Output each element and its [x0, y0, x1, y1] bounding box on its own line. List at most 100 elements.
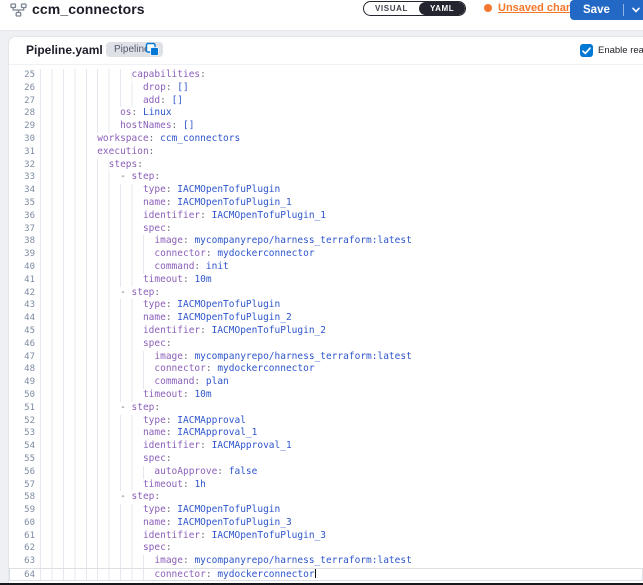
editor-tabbar: Pipeline.yaml Pipelines Enable read/: [9, 37, 643, 65]
save-button[interactable]: Save: [570, 4, 623, 16]
toggle-option-yaml[interactable]: YAML: [419, 2, 465, 15]
indent-guides: [40, 479, 143, 492]
code-line[interactable]: 28os: Linux: [9, 107, 643, 120]
yaml-value: IACMOpenTofuPlugin: [177, 184, 280, 195]
yaml-key: timeout: [143, 479, 183, 490]
line-number: 52: [9, 415, 40, 428]
indent-guides: [40, 491, 120, 504]
code-line[interactable]: 26drop: []: [9, 82, 643, 95]
checkbox-checked-icon[interactable]: [580, 44, 593, 57]
code-line[interactable]: 52type: IACMApproval: [9, 415, 643, 428]
yaml-key: connector: [154, 248, 205, 259]
yaml-editor[interactable]: 25capabilities:26drop: []27add: []28os: …: [9, 66, 643, 585]
indent-guides: [40, 351, 154, 364]
yaml-value: IACMOpenTofuPlugin_3: [177, 517, 291, 528]
line-number: 37: [9, 223, 40, 236]
indent-guides: [40, 120, 120, 133]
yaml-value: ccm_connectors: [160, 133, 240, 144]
yaml-key: spec: [143, 453, 166, 464]
indent-guides: [40, 197, 143, 210]
code-line[interactable]: 58- step:: [9, 491, 643, 504]
line-number: 42: [9, 287, 40, 300]
yaml-key: name: [143, 427, 166, 438]
copy-icon[interactable]: [145, 42, 160, 62]
yaml-key: image: [154, 555, 183, 566]
code-line[interactable]: 39connector: mydockerconnector: [9, 248, 643, 261]
yaml-key: spec: [143, 542, 166, 553]
indent-guides: [40, 235, 154, 248]
line-number: 27: [9, 95, 40, 108]
code-line[interactable]: 49command: plan: [9, 376, 643, 389]
yaml-value: IACMOpenTofuPlugin_2: [177, 312, 291, 323]
line-number: 32: [9, 159, 40, 172]
indent-guides: [40, 146, 97, 159]
yaml-value: IACMOpenTofuPlugin_1: [177, 197, 291, 208]
indent-guides: [40, 95, 143, 108]
yaml-key: hostNames: [120, 120, 171, 131]
yaml-value: []: [183, 120, 194, 131]
line-number: 29: [9, 120, 40, 133]
code-line[interactable]: 37spec:: [9, 223, 643, 236]
line-number: 55: [9, 453, 40, 466]
code-line[interactable]: 30workspace: ccm_connectors: [9, 133, 643, 146]
save-split-button[interactable]: Save: [570, 0, 643, 20]
code-line[interactable]: 63image: mycompanyrepo/harness_terraform…: [9, 555, 643, 568]
line-number: 63: [9, 555, 40, 568]
yaml-value: mycompanyrepo/harness_terraform:latest: [194, 351, 411, 362]
code-line[interactable]: 64connector: mydockerconnector: [9, 568, 643, 581]
yaml-value: []: [172, 95, 183, 106]
code-line[interactable]: 55spec:: [9, 453, 643, 466]
visual-yaml-toggle[interactable]: VISUAL YAML: [363, 1, 466, 16]
code-line[interactable]: 59type: IACMOpenTofuPlugin: [9, 504, 643, 517]
code-line[interactable]: 57timeout: 1h: [9, 479, 643, 492]
code-line[interactable]: 53name: IACMApproval_1: [9, 427, 643, 440]
line-number: 50: [9, 389, 40, 402]
yaml-value: Linux: [143, 107, 172, 118]
yaml-value: IACMOpenTofuPlugin_1: [212, 210, 326, 221]
code-line[interactable]: 62spec:: [9, 542, 643, 555]
enable-read-label: Enable read/: [598, 45, 643, 56]
code-line[interactable]: 38image: mycompanyrepo/harness_terraform…: [9, 235, 643, 248]
code-line[interactable]: 61identifier: IACMOpenTofuPlugin_3: [9, 530, 643, 543]
code-line[interactable]: 60name: IACMOpenTofuPlugin_3: [9, 517, 643, 530]
code-line[interactable]: 36identifier: IACMOpenTofuPlugin_1: [9, 210, 643, 223]
code-line[interactable]: 45identifier: IACMOpenTofuPlugin_2: [9, 325, 643, 338]
code-line[interactable]: 31execution:: [9, 146, 643, 159]
code-line[interactable]: 51- step:: [9, 402, 643, 415]
line-number: 39: [9, 248, 40, 261]
code-line[interactable]: 47image: mycompanyrepo/harness_terraform…: [9, 351, 643, 364]
text-cursor: [315, 568, 316, 578]
indent-guides: [40, 415, 143, 428]
indent-guides: [40, 287, 120, 300]
code-line[interactable]: 29hostNames: []: [9, 120, 643, 133]
yaml-key: command: [154, 261, 194, 272]
code-line[interactable]: 46spec:: [9, 338, 643, 351]
code-line[interactable]: 27add: []: [9, 95, 643, 108]
indent-guides: [40, 389, 143, 402]
code-line[interactable]: 48connector: mydockerconnector: [9, 363, 643, 376]
yaml-key: timeout: [143, 274, 183, 285]
indent-guides: [40, 440, 143, 453]
indent-guides: [40, 171, 120, 184]
code-line[interactable]: 44name: IACMOpenTofuPlugin_2: [9, 312, 643, 325]
code-line[interactable]: 43type: IACMOpenTofuPlugin: [9, 299, 643, 312]
code-line[interactable]: 35name: IACMOpenTofuPlugin_1: [9, 197, 643, 210]
code-line[interactable]: 32steps:: [9, 159, 643, 172]
indent-guides: [40, 376, 154, 389]
code-line[interactable]: 41timeout: 10m: [9, 274, 643, 287]
toggle-option-visual[interactable]: VISUAL: [364, 2, 419, 15]
code-line[interactable]: 25capabilities:: [9, 69, 643, 82]
code-line[interactable]: 34type: IACMOpenTofuPlugin: [9, 184, 643, 197]
chevron-down-icon[interactable]: [624, 7, 643, 13]
yaml-key: drop: [143, 82, 166, 93]
indent-guides: [40, 184, 143, 197]
code-line[interactable]: 42- step:: [9, 287, 643, 300]
code-line[interactable]: 40command: init: [9, 261, 643, 274]
code-line[interactable]: 50timeout: 10m: [9, 389, 643, 402]
tab-pipeline-yaml[interactable]: Pipeline.yaml: [26, 43, 103, 57]
code-line[interactable]: 33- step:: [9, 171, 643, 184]
yaml-value: IACMApproval: [177, 415, 246, 426]
indent-guides: [40, 363, 154, 376]
code-line[interactable]: 56autoApprove: false: [9, 466, 643, 479]
code-line[interactable]: 54identifier: IACMApproval_1: [9, 440, 643, 453]
